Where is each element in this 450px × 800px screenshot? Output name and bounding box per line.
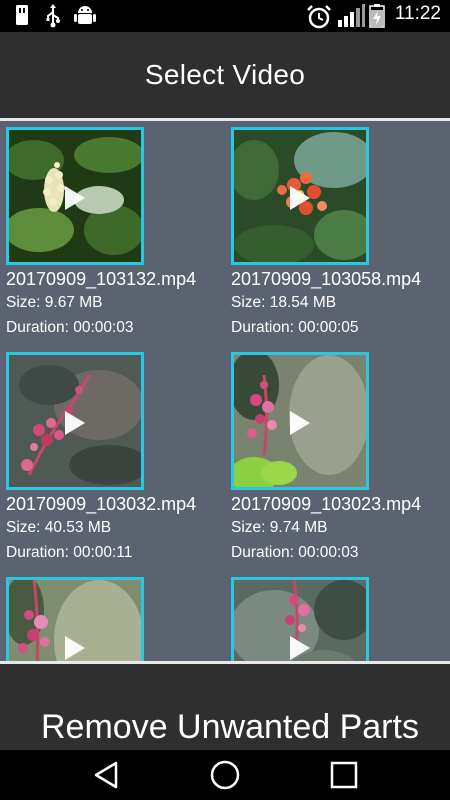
video-duration: Duration: 00:00:11 — [6, 544, 133, 561]
video-size: Size: 40.53 MB — [6, 519, 112, 536]
remove-unwanted-parts-button[interactable]: Remove Unwanted Parts — [41, 708, 419, 747]
video-duration: Duration: 00:00:05 — [231, 319, 359, 336]
video-item[interactable] — [0, 571, 225, 661]
alarm-clock-icon — [306, 4, 332, 35]
status-bar: 11:22 — [0, 0, 450, 32]
play-icon — [290, 186, 310, 210]
usb-icon — [44, 4, 62, 33]
video-item[interactable]: 20170909_103058.mp4 Size: 18.54 MB Durat… — [225, 121, 450, 346]
video-item[interactable]: 20170909_103132.mp4 Size: 9.67 MB Durati… — [0, 121, 225, 346]
android-debug-icon — [74, 4, 96, 33]
play-icon — [290, 411, 310, 435]
video-thumbnail[interactable] — [231, 577, 369, 661]
play-icon — [290, 636, 310, 660]
video-item[interactable]: 20170909_103032.mp4 Size: 40.53 MB Durat… — [0, 346, 225, 571]
system-nav-bar — [0, 750, 450, 800]
video-item[interactable] — [225, 571, 450, 661]
video-thumbnail[interactable] — [6, 577, 144, 661]
video-thumbnail[interactable] — [231, 127, 369, 265]
video-size: Size: 9.74 MB — [231, 519, 328, 536]
play-icon — [65, 411, 85, 435]
footer-panel: Remove Unwanted Parts — [0, 664, 450, 750]
battery-charging-icon — [369, 4, 385, 33]
video-item[interactable]: 20170909_103023.mp4 Size: 9.74 MB Durati… — [225, 346, 450, 571]
video-filename: 20170909_103058.mp4 — [231, 269, 422, 289]
back-button[interactable] — [84, 758, 128, 792]
recents-square-icon — [330, 761, 358, 789]
video-filename: 20170909_103132.mp4 — [6, 269, 197, 289]
back-triangle-icon — [94, 761, 118, 789]
video-thumbnail[interactable] — [6, 352, 144, 490]
play-icon — [65, 186, 85, 210]
video-duration: Duration: 00:00:03 — [6, 319, 134, 336]
video-thumbnail[interactable] — [6, 127, 144, 265]
home-circle-icon — [210, 760, 240, 790]
status-time: 11:22 — [394, 3, 441, 24]
video-filename: 20170909_103032.mp4 — [6, 494, 197, 514]
video-filename: 20170909_103023.mp4 — [231, 494, 422, 514]
play-icon — [65, 636, 85, 660]
app-header: Select Video — [0, 32, 450, 118]
video-size: Size: 18.54 MB — [231, 294, 337, 311]
video-list[interactable]: 20170909_103132.mp4 Size: 9.67 MB Durati… — [0, 121, 450, 661]
usb-storage-icon — [14, 4, 30, 31]
signal-icon — [337, 4, 365, 33]
video-size: Size: 9.67 MB — [6, 294, 103, 311]
video-duration: Duration: 00:00:03 — [231, 544, 359, 561]
page-title: Select Video — [144, 59, 306, 90]
recents-button[interactable] — [322, 758, 366, 792]
home-button[interactable] — [203, 758, 247, 792]
video-thumbnail[interactable] — [231, 352, 369, 490]
